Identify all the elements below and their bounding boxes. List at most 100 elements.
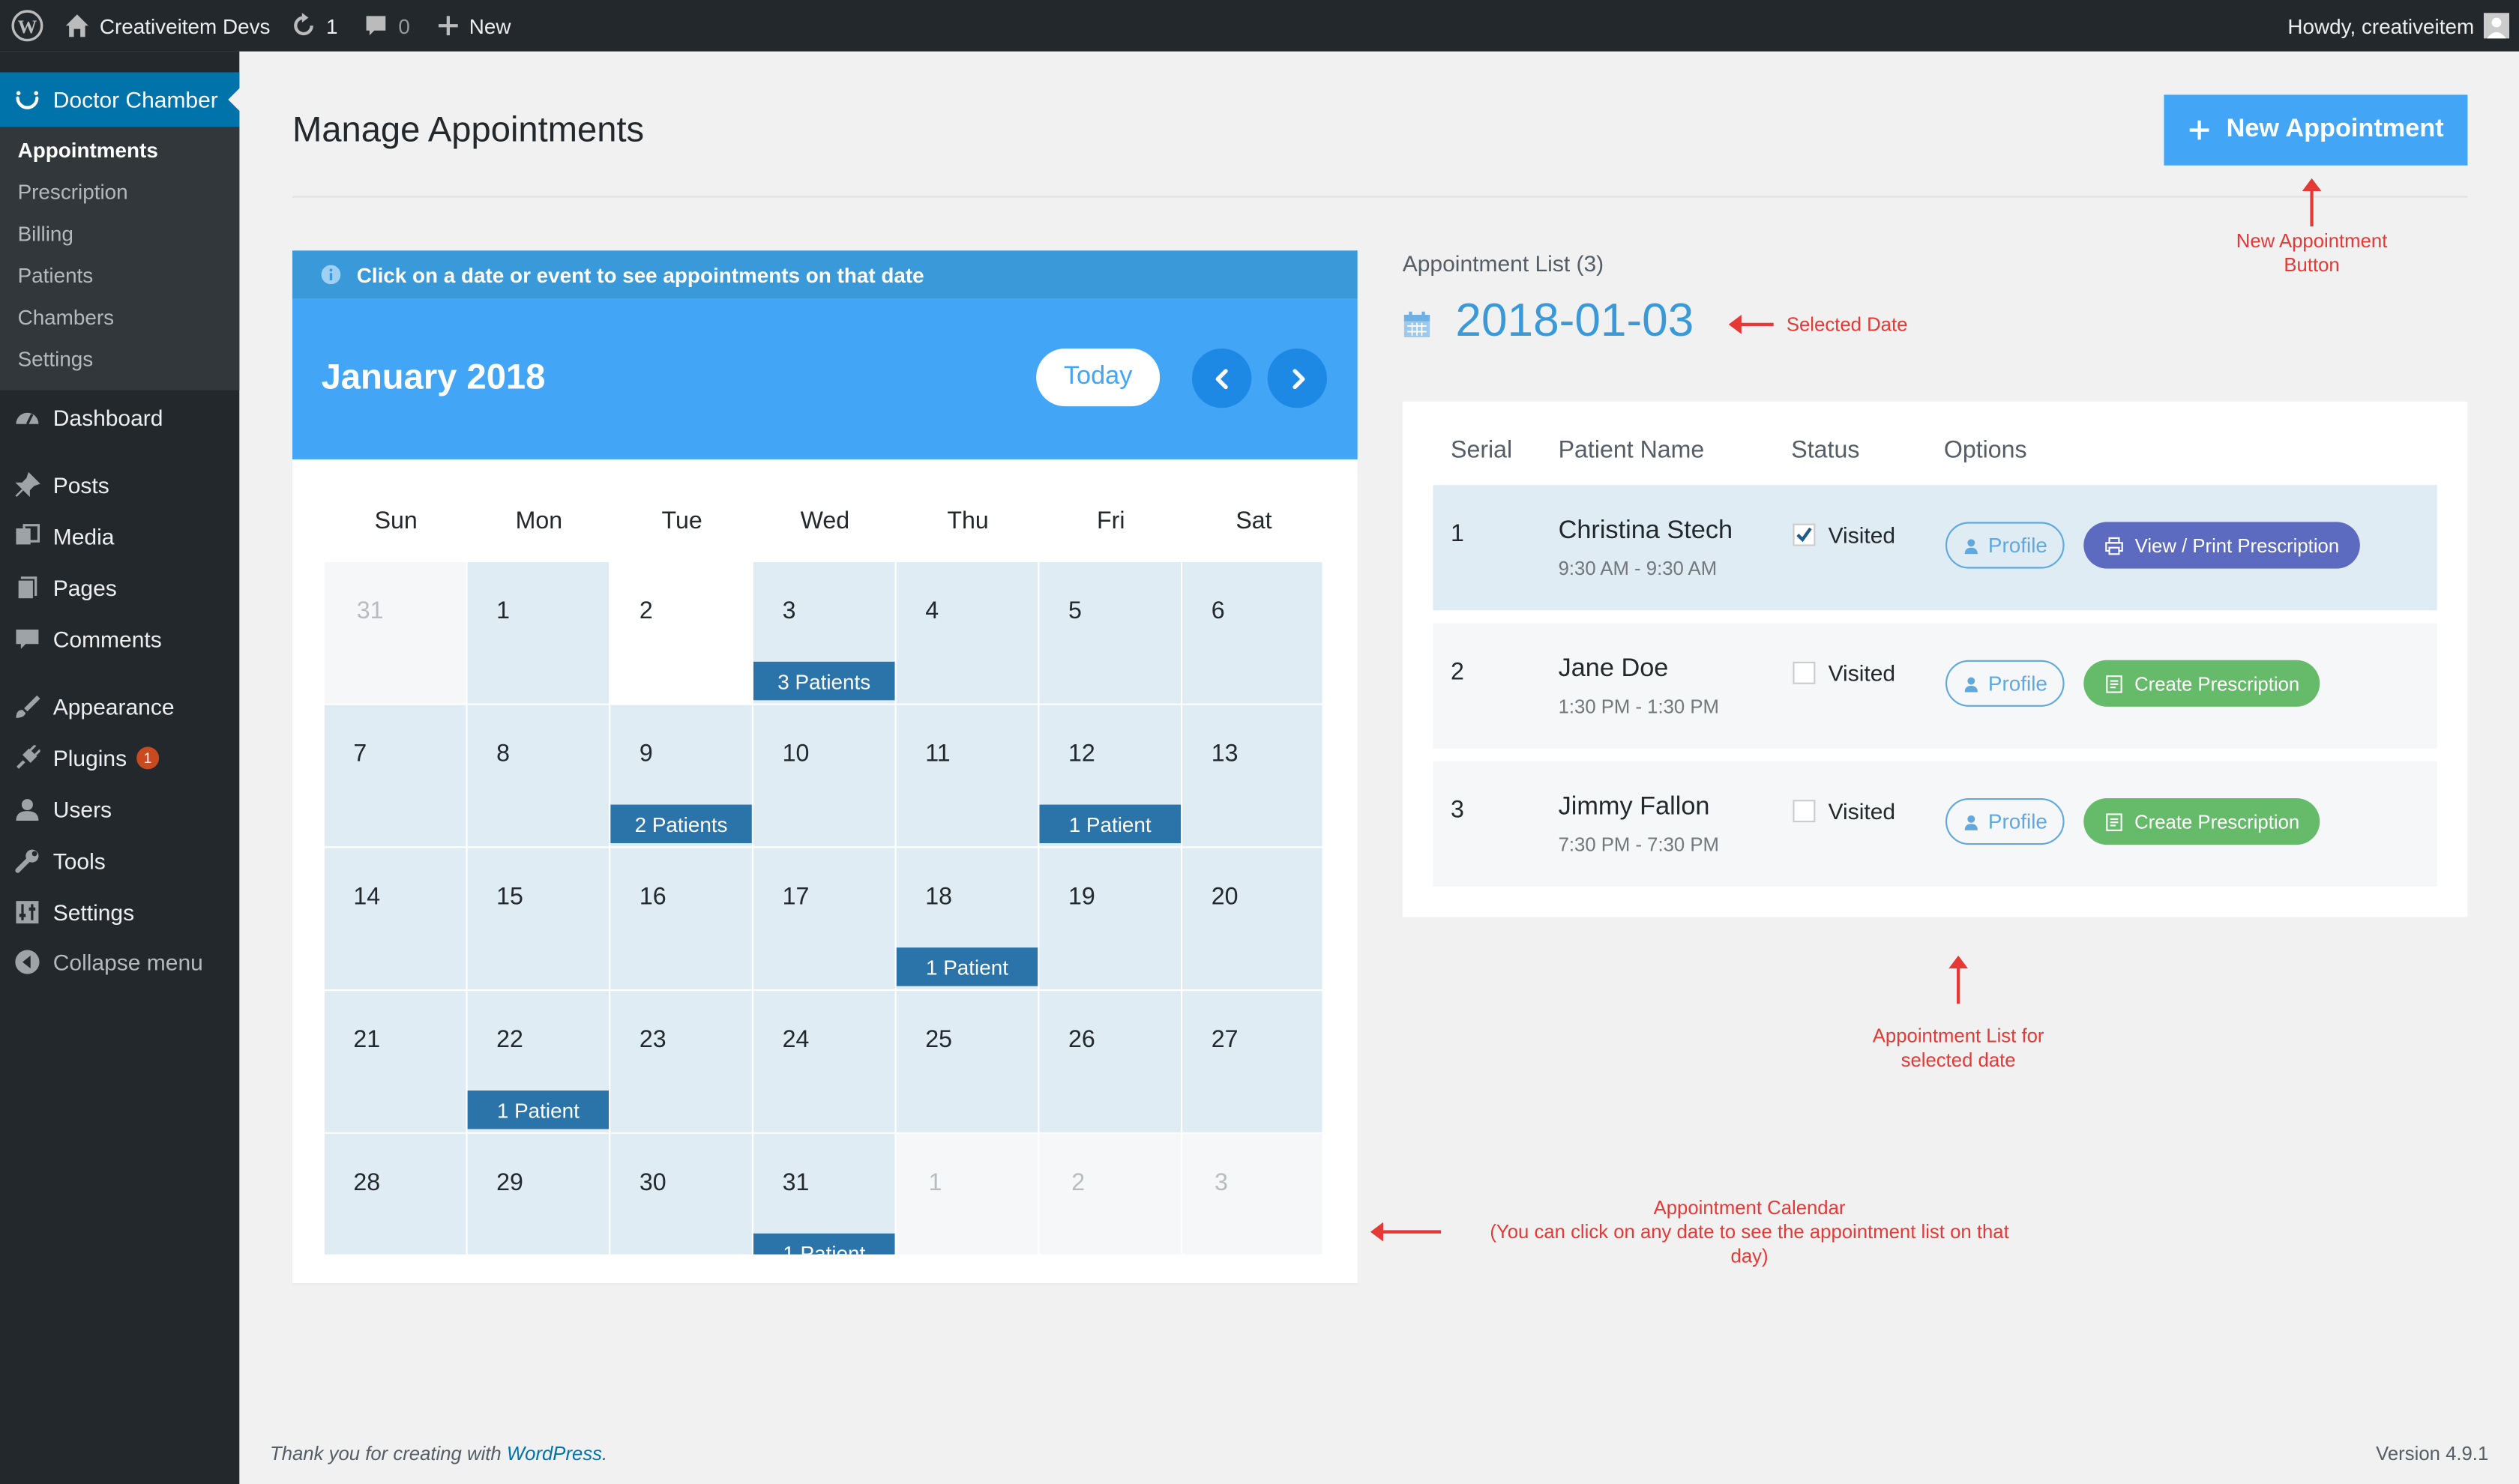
calendar-day-cell[interactable]: 5 [1039, 562, 1183, 705]
calendar-day-cell[interactable]: 22 1 Patient [467, 991, 611, 1134]
profile-button[interactable]: Profile [1945, 660, 2065, 707]
sidebar-item-posts[interactable]: Posts [0, 462, 239, 507]
calendar-day-cell[interactable]: 1 [467, 562, 611, 705]
selected-date: 2018-01-03 [1455, 295, 1694, 347]
calendar-day-cell[interactable]: 11 [896, 705, 1040, 848]
sidebar-item-plugins[interactable]: Plugins 1 [0, 735, 239, 780]
prev-month-button[interactable] [1192, 349, 1252, 408]
calendar-day-cell[interactable]: 6 [1182, 562, 1324, 705]
profile-button[interactable]: Profile [1945, 522, 2065, 569]
calendar-header: January 2018 Today [292, 298, 1358, 459]
visited-checkbox[interactable] [1793, 800, 1816, 823]
annotation-line: Appointment Calendar [1653, 1196, 1846, 1219]
calendar-day-cell[interactable]: 3 3 Patients [753, 562, 897, 705]
calendar-day-cell[interactable]: 4 [896, 562, 1040, 705]
calendar-event[interactable]: 1 Patient [896, 947, 1038, 986]
footer-thanks: Thank you for creating with WordPress. [270, 1442, 607, 1465]
calendar-day-cell[interactable]: 14 [324, 848, 468, 992]
site-name-link[interactable]: Creativeitem Devs [64, 0, 271, 52]
calendar-day-cell[interactable]: 26 [1039, 991, 1183, 1134]
create-prescription-button[interactable]: Create Prescription [2083, 660, 2320, 707]
view-print-prescription-button[interactable]: View / Print Prescription [2083, 522, 2360, 569]
submenu-billing[interactable]: Billing [18, 222, 73, 246]
calendar-day-number: 3 [1215, 1169, 1228, 1197]
account-menu[interactable]: Howdy, creativeitem [2287, 0, 2510, 52]
next-month-button[interactable] [1267, 349, 1327, 408]
sidebar-item-label: Media [52, 523, 115, 549]
calendar-day-cell[interactable]: 29 [467, 1133, 611, 1256]
comments-link[interactable]: 0 [363, 0, 410, 52]
updates-link[interactable]: 1 [291, 0, 338, 52]
visited-checkbox[interactable] [1793, 661, 1816, 684]
calendar-day-cell[interactable]: 12 1 Patient [1039, 705, 1183, 848]
sidebar-item-tools[interactable]: Tools [0, 839, 239, 884]
weekday-label: Wed [800, 507, 850, 535]
calendar-day-cell[interactable]: 31 [324, 562, 468, 705]
submenu-patients[interactable]: Patients [18, 263, 94, 287]
calendar-day-cell[interactable]: 8 [467, 705, 611, 848]
sidebar-item-dashboard[interactable]: Dashboard [0, 395, 239, 440]
profile-button[interactable]: Profile [1945, 798, 2065, 845]
sidebar-item-settings[interactable]: Settings [0, 890, 239, 935]
calendar-day-cell[interactable]: 24 [753, 991, 897, 1134]
calendar-event[interactable]: 1 Patient [467, 1091, 610, 1129]
calendar-day-cell[interactable]: 21 [324, 991, 468, 1134]
wordpress-logo-icon[interactable]: W [11, 0, 43, 52]
visited-checkbox[interactable] [1793, 523, 1816, 546]
sidebar-item-appearance[interactable]: Appearance [0, 684, 239, 729]
sidebar-item-media[interactable]: Media [0, 514, 239, 559]
prescription-button-label: View / Print Prescription [2134, 534, 2340, 557]
calendar-day-cell[interactable]: 15 [467, 848, 611, 992]
calendar-day-cell[interactable]: 2 [1039, 1133, 1183, 1256]
calendar-day-cell[interactable]: 31 1 Patient [753, 1133, 897, 1256]
calendar-day-cell[interactable]: 19 [1039, 848, 1183, 992]
sidebar-item-comments[interactable]: Comments [0, 617, 239, 662]
submenu-prescription[interactable]: Prescription [18, 180, 128, 204]
calendar-day-number: 27 [1211, 1026, 1239, 1054]
submenu-chambers[interactable]: Chambers [18, 305, 115, 329]
calendar-day-cell[interactable]: 16 [610, 848, 753, 992]
calendar-day-cell[interactable]: 27 [1182, 991, 1324, 1134]
calendar-day-cell[interactable]: 2 [610, 562, 753, 705]
calendar-day-cell[interactable]: 10 [753, 705, 897, 848]
submenu-settings[interactable]: Settings [18, 347, 94, 371]
calendar-day-cell[interactable]: 23 [610, 991, 753, 1134]
calendar-day-cell[interactable]: 25 [896, 991, 1040, 1134]
calendar-event[interactable]: 1 Patient [753, 1233, 895, 1255]
sidebar-item-doctor-chamber[interactable]: Doctor Chamber [0, 72, 241, 127]
new-content-link[interactable]: New [437, 0, 511, 52]
collapse-menu-button[interactable]: Collapse menu [0, 940, 239, 985]
sidebar-item-pages[interactable]: Pages [0, 565, 239, 610]
calendar-day-cell[interactable]: 7 [324, 705, 468, 848]
wordpress-link[interactable]: WordPress [507, 1442, 602, 1465]
calendar-day-number: 10 [782, 740, 810, 768]
calendar-day-cell[interactable]: 9 2 Patients [610, 705, 753, 848]
annotation-line: (You can click on any date to see the ap… [1490, 1220, 2009, 1243]
new-appointment-button[interactable]: New Appointment [2164, 94, 2468, 166]
calendar-day-number: 25 [925, 1026, 953, 1054]
calendar-day-cell[interactable]: 18 1 Patient [896, 848, 1040, 992]
calendar-day-cell[interactable]: 30 [610, 1133, 753, 1256]
sidebar-item-users[interactable]: Users [0, 787, 239, 832]
calendar-day-cell[interactable]: 17 [753, 848, 897, 992]
today-button[interactable]: Today [1036, 349, 1161, 407]
calendar-month-title: January 2018 [321, 356, 546, 397]
submenu-appointments[interactable]: Appointments [18, 138, 158, 162]
calendar-day-cell[interactable]: 1 [896, 1133, 1040, 1256]
calendar-event[interactable]: 1 Patient [1039, 804, 1181, 843]
site-name: Creativeitem Devs [99, 13, 271, 38]
appointment-calendar: Click on a date or event to see appointm… [292, 250, 1358, 1284]
document-icon [2105, 812, 2122, 830]
calendar-event[interactable]: 3 Patients [753, 661, 895, 701]
new-label: New [469, 13, 511, 38]
calendar-day-cell[interactable]: 13 [1182, 705, 1324, 848]
user-icon [14, 797, 40, 822]
calendar-event[interactable]: 2 Patients [610, 804, 752, 843]
create-prescription-button[interactable]: Create Prescription [2083, 798, 2320, 845]
calendar-day-cell[interactable]: 3 [1182, 1133, 1324, 1256]
calendar-day-cell[interactable]: 20 [1182, 848, 1324, 992]
calendar-day-number: 24 [782, 1026, 810, 1054]
calendar-day-cell[interactable]: 28 [324, 1133, 468, 1256]
sidebar-item-label: Dashboard [52, 405, 163, 431]
doctor-chamber-submenu: Appointments Prescription Billing Patien… [0, 127, 240, 390]
